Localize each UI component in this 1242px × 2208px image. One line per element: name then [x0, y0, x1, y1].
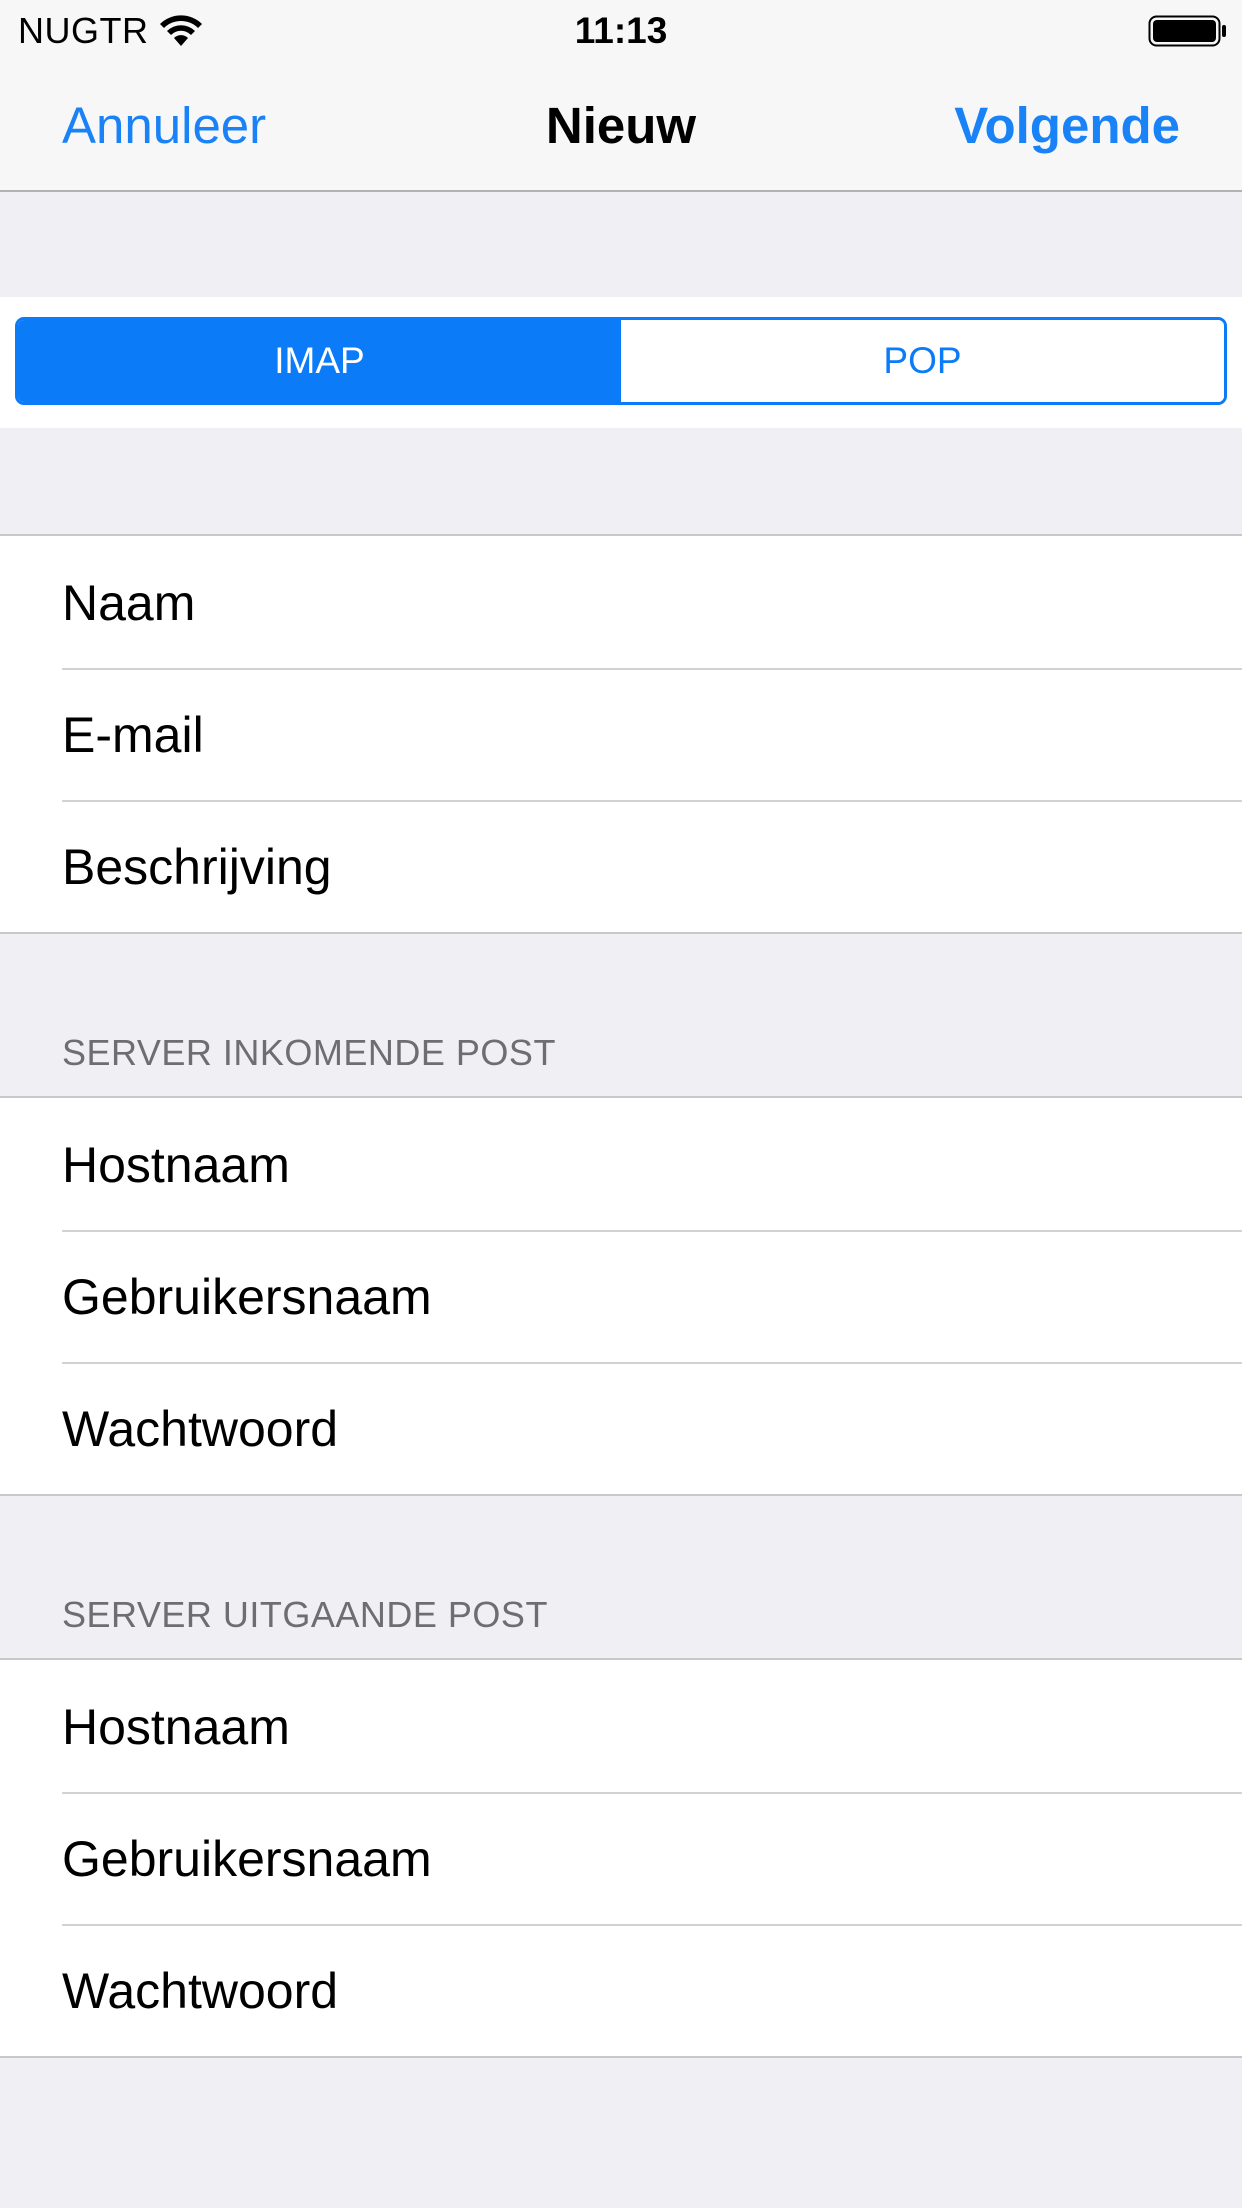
- incoming-hostname-field[interactable]: Hostnaam: [0, 1098, 1242, 1230]
- email-field-label: E-mail: [62, 707, 204, 763]
- incoming-password-label: Wachtwoord: [62, 1401, 339, 1457]
- segment-pop[interactable]: POP: [621, 320, 1224, 402]
- account-fields-group: Naam E-mail Beschrijving: [0, 534, 1242, 934]
- outgoing-password-field[interactable]: Wachtwoord: [0, 1924, 1242, 2056]
- name-field-label: Naam: [62, 575, 196, 631]
- status-bar: NUGTR 11:13: [0, 0, 1242, 62]
- incoming-hostname-label: Hostnaam: [62, 1137, 290, 1193]
- incoming-username-field[interactable]: Gebruikersnaam: [0, 1230, 1242, 1362]
- outgoing-hostname-field[interactable]: Hostnaam: [0, 1660, 1242, 1792]
- name-field[interactable]: Naam: [0, 536, 1242, 668]
- outgoing-server-group: Hostnaam Gebruikersnaam Wachtwoord: [0, 1658, 1242, 2058]
- navigation-bar: Annuleer Nieuw Volgende: [0, 62, 1242, 192]
- outgoing-password-label: Wachtwoord: [62, 1963, 339, 2019]
- incoming-server-header: SERVER INKOMENDE POST: [62, 1032, 556, 1073]
- incoming-server-group: Hostnaam Gebruikersnaam Wachtwoord: [0, 1096, 1242, 1496]
- description-field[interactable]: Beschrijving: [0, 800, 1242, 932]
- next-button[interactable]: Volgende: [954, 96, 1180, 155]
- battery-icon: [1148, 15, 1226, 47]
- status-time: 11:13: [574, 10, 668, 51]
- outgoing-hostname-label: Hostnaam: [62, 1699, 290, 1755]
- segment-imap[interactable]: IMAP: [18, 320, 621, 402]
- incoming-password-field[interactable]: Wachtwoord: [0, 1362, 1242, 1494]
- outgoing-username-field[interactable]: Gebruikersnaam: [0, 1792, 1242, 1924]
- incoming-username-label: Gebruikersnaam: [62, 1269, 432, 1325]
- email-field[interactable]: E-mail: [0, 668, 1242, 800]
- outgoing-server-header: SERVER UITGAANDE POST: [62, 1594, 548, 1635]
- account-type-segmented-control: IMAP POP: [15, 317, 1227, 405]
- description-field-label: Beschrijving: [62, 839, 332, 895]
- outgoing-username-label: Gebruikersnaam: [62, 1831, 432, 1887]
- account-type-section: IMAP POP: [0, 297, 1242, 428]
